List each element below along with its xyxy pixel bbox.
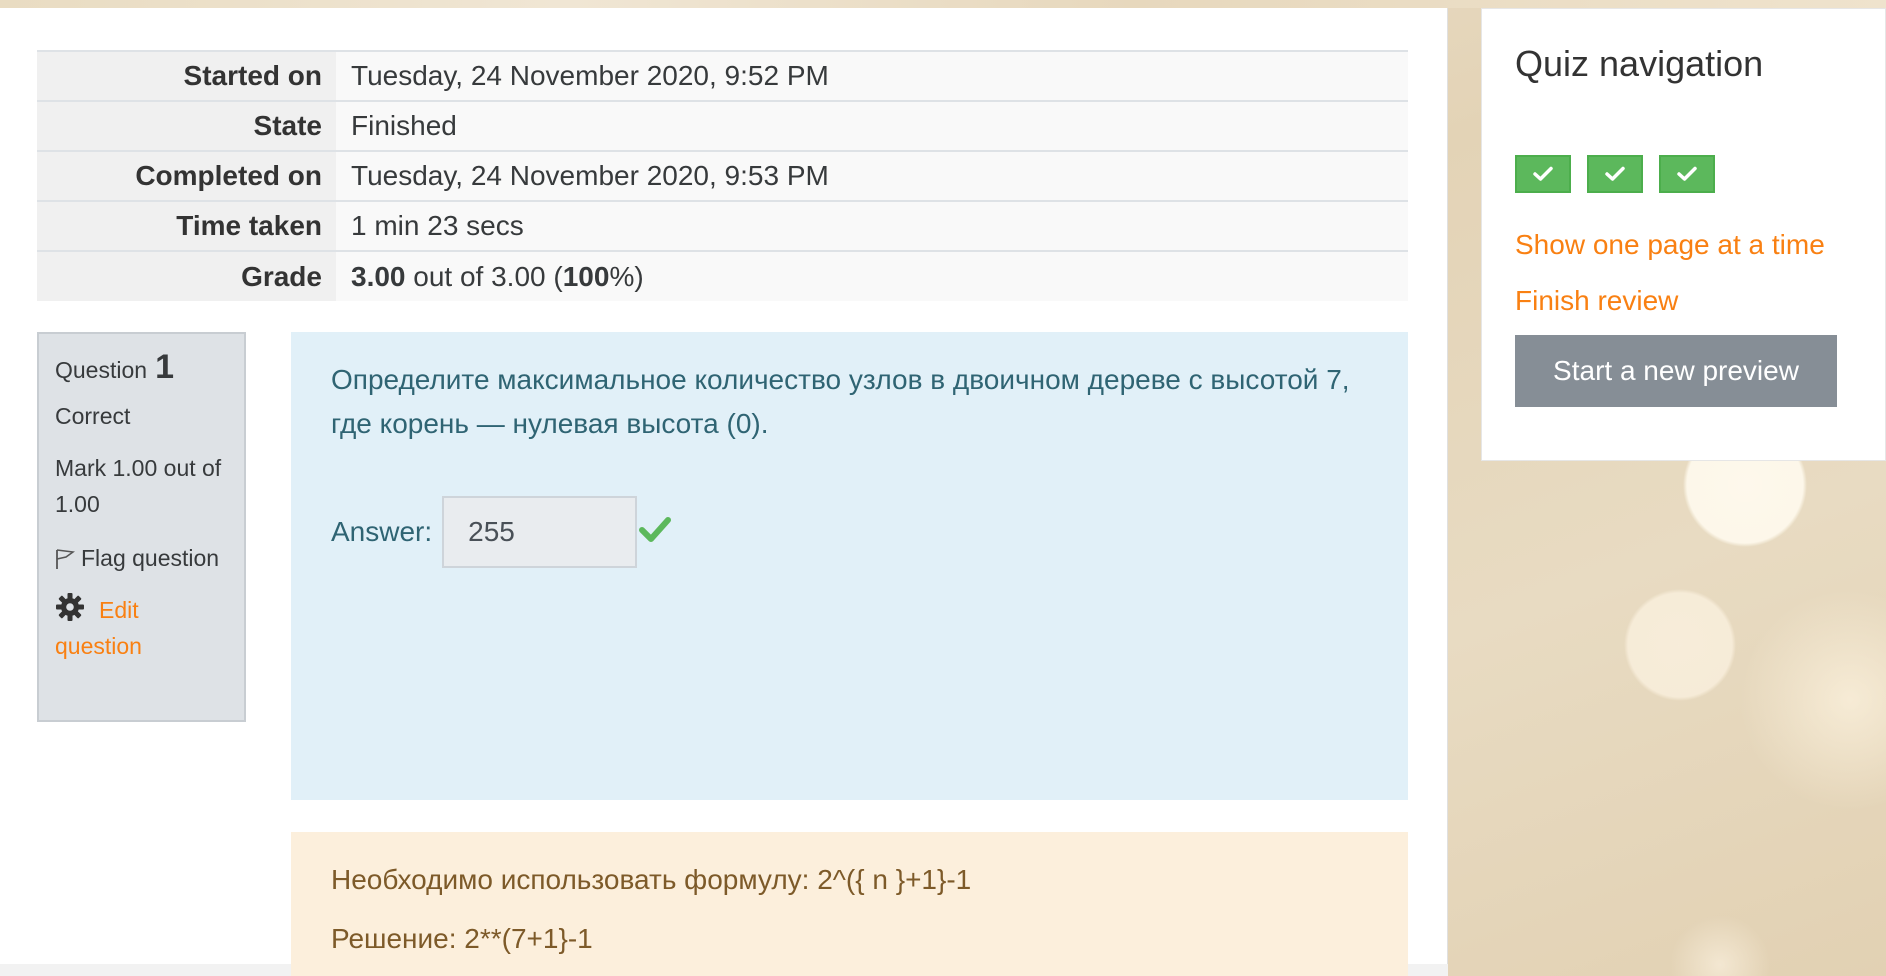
answer-label: Answer: bbox=[331, 516, 433, 547]
summary-label: Grade bbox=[37, 250, 336, 301]
question-mark: Mark 1.00 out of 1.00 bbox=[55, 455, 222, 517]
check-icon bbox=[1677, 166, 1697, 181]
quiz-navigation-title: Quiz navigation bbox=[1515, 43, 1764, 84]
summary-row-started: Started on Tuesday, 24 November 2020, 9:… bbox=[37, 50, 1408, 101]
summary-label: State bbox=[37, 100, 336, 151]
summary-label: Completed on bbox=[37, 150, 336, 201]
summary-value: Tuesday, 24 November 2020, 9:53 PM bbox=[336, 150, 1408, 201]
top-header-strip bbox=[0, 0, 1886, 8]
summary-label: Started on bbox=[37, 50, 336, 101]
check-icon bbox=[1533, 166, 1553, 181]
summary-row-time-taken: Time taken 1 min 23 secs bbox=[37, 200, 1408, 251]
grade-percent: 100 bbox=[562, 260, 610, 292]
question-text: Определите максимальное количество узлов… bbox=[331, 364, 1350, 439]
flag-question-label: Flag question bbox=[81, 545, 220, 571]
answer-row: Answer: bbox=[331, 496, 1368, 568]
summary-row-completed: Completed on Tuesday, 24 November 2020, … bbox=[37, 150, 1408, 201]
feedback-solution: Решение: 2**(7+1}-1 bbox=[331, 923, 593, 954]
answer-input[interactable] bbox=[442, 496, 638, 568]
check-icon bbox=[1605, 166, 1625, 181]
quiz-nav-button-2[interactable] bbox=[1587, 155, 1643, 193]
quiz-nav-buttons bbox=[1515, 155, 1885, 193]
grade-percent-suffix: %) bbox=[609, 260, 644, 292]
question-label: Question bbox=[55, 357, 148, 383]
quiz-nav-button-1[interactable] bbox=[1515, 155, 1571, 193]
gear-icon bbox=[56, 593, 84, 621]
summary-value: Finished bbox=[336, 100, 1408, 151]
check-icon bbox=[639, 514, 672, 551]
grade-score: 3.00 bbox=[351, 260, 406, 292]
attempt-summary-table: Started on Tuesday, 24 November 2020, 9:… bbox=[37, 50, 1408, 301]
question-info-panel: Question 1 Correct Mark 1.00 out of 1.00… bbox=[37, 332, 246, 722]
summary-label: Time taken bbox=[37, 200, 336, 251]
question-content: Определите максимальное количество узлов… bbox=[291, 332, 1408, 800]
quiz-nav-button-3[interactable] bbox=[1659, 155, 1715, 193]
feedback-formula: Необходимо использовать формулу: 2^({ n … bbox=[331, 864, 972, 895]
start-new-preview-button[interactable]: Start a new preview bbox=[1515, 335, 1837, 407]
summary-value: Tuesday, 24 November 2020, 9:52 PM bbox=[336, 50, 1408, 101]
quiz-navigation-block: Quiz navigation Show one page at a time … bbox=[1481, 8, 1886, 461]
edit-question: Edit question bbox=[55, 592, 228, 664]
summary-value: 1 min 23 secs bbox=[336, 200, 1408, 251]
flag-icon bbox=[56, 549, 75, 569]
flag-question-toggle[interactable]: Flag question bbox=[55, 540, 228, 576]
grade-value: 3.00 out of 3.00 (100%) bbox=[336, 250, 1408, 301]
finish-review-link[interactable]: Finish review bbox=[1515, 285, 1885, 317]
question-number: Question 1 bbox=[55, 348, 228, 387]
summary-row-state: State Finished bbox=[37, 100, 1408, 151]
question-state: Correct bbox=[55, 403, 131, 429]
grade-out-of: out of 3.00 ( bbox=[405, 260, 563, 292]
show-one-page-link[interactable]: Show one page at a time bbox=[1515, 229, 1885, 261]
summary-row-grade: Grade 3.00 out of 3.00 (100%) bbox=[37, 250, 1408, 301]
general-feedback: Необходимо использовать формулу: 2^({ n … bbox=[291, 832, 1408, 976]
question-number-value: 1 bbox=[155, 348, 174, 386]
